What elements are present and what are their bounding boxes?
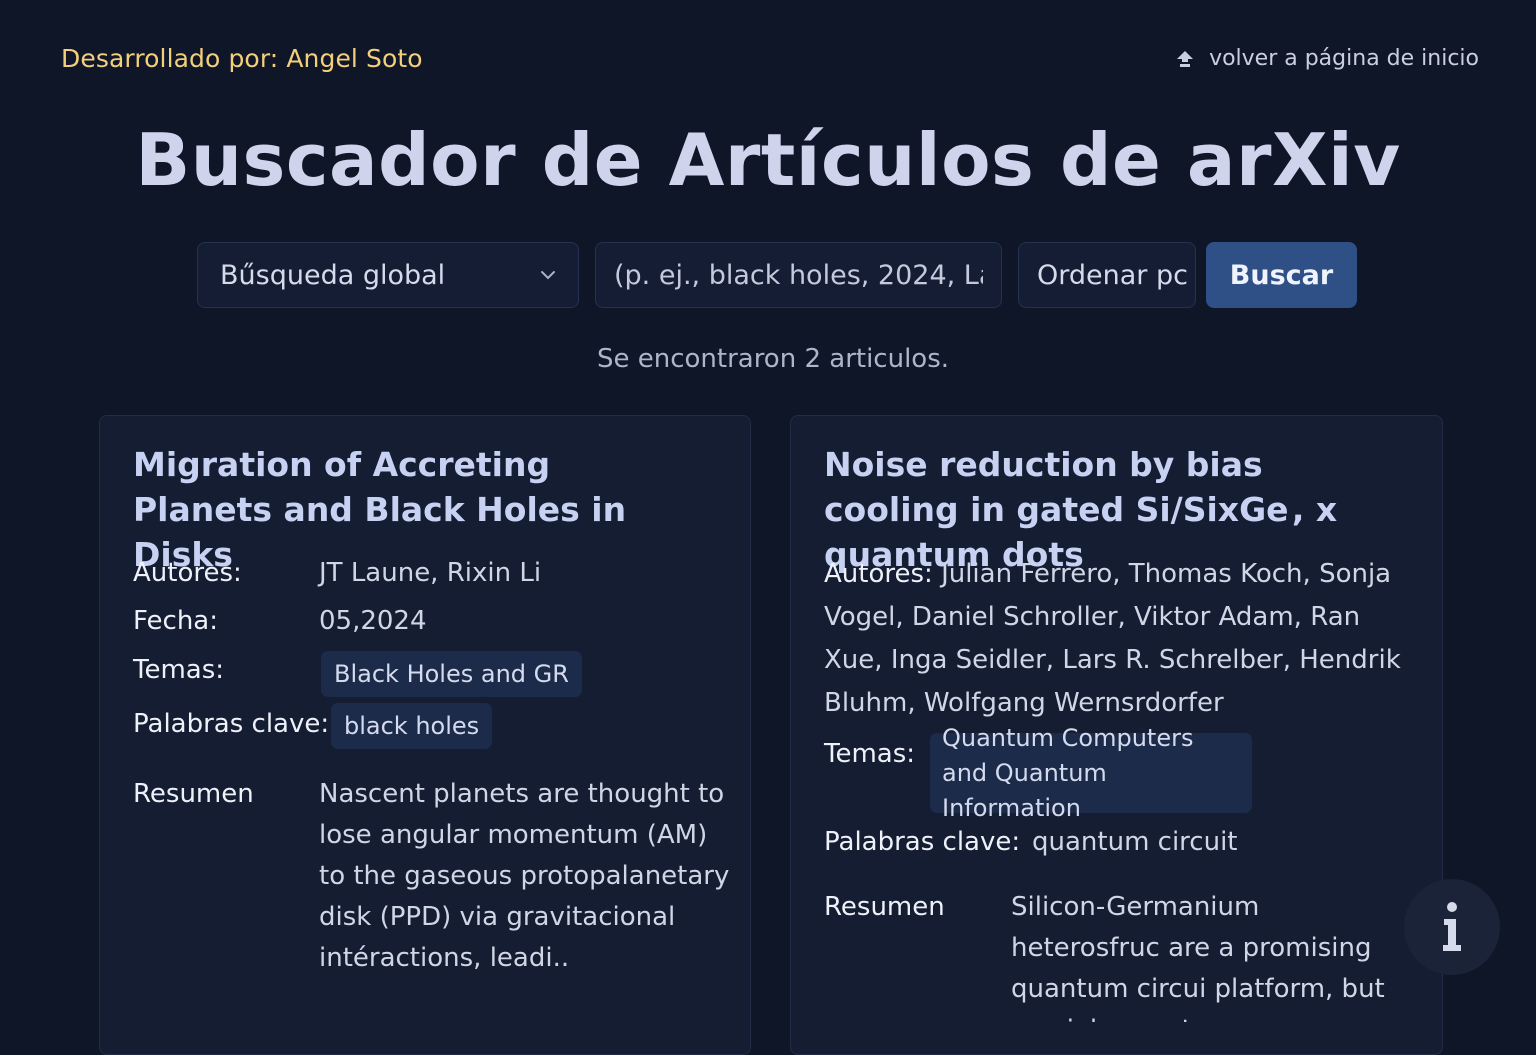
topic-tag[interactable]: Quantum Computers and Quantum Informatio… (930, 724, 1252, 822)
info-icon (1443, 902, 1461, 951)
search-input[interactable] (595, 242, 1002, 308)
date-value: 05,2024 (319, 606, 427, 636)
home-link[interactable]: volver a página de inicio (1175, 46, 1479, 71)
search-bar: Bűsqueda global Ordenar pc Buscar (197, 242, 1357, 308)
developer-credit: Desarrollado por: Angel Soto (61, 44, 423, 73)
authors-block: Autores: Julian Ferrero, Thomas Koch, So… (824, 553, 1420, 725)
search-scope-value: Bűsqueda global (220, 259, 446, 291)
keyword-value[interactable]: quantum circuit (1032, 827, 1238, 857)
search-button[interactable]: Buscar (1206, 242, 1357, 308)
home-link-label: volver a página de inicio (1209, 46, 1479, 71)
info-button[interactable] (1404, 879, 1500, 975)
article-card: Migration of Accreting Planets and Black… (99, 415, 751, 1055)
article-card: Noise reduction by bias cooling in gated… (790, 415, 1443, 1055)
abstract-label: Resumen (824, 892, 945, 922)
topic-tag[interactable]: Black Holes and GR (321, 651, 582, 697)
abstract-label: Resumen (133, 779, 254, 809)
authors-value: JT Laune, Rixin Li (319, 558, 542, 588)
topics-label: Temas: (133, 655, 225, 685)
result-count: Se encontraron 2 articulos. (596, 344, 950, 374)
abstract-text: Nascent planets are thought to lose angu… (319, 779, 730, 973)
date-label: Fecha: (133, 606, 218, 636)
upload-arrow-icon (1177, 50, 1194, 67)
page-title: Buscador de Artículos de arXiv (135, 118, 1401, 202)
chevron-down-icon (541, 271, 555, 280)
authors-label: Autores: (133, 558, 242, 588)
topics-label: Temas: (824, 739, 916, 769)
keywords-label: Palabras clave: (133, 709, 330, 739)
abstract-text: Silicon-Germanium heterosfruc are a prom… (1011, 892, 1385, 1022)
authors-label: Autores: (824, 559, 933, 589)
sort-select[interactable]: Ordenar pc (1018, 242, 1196, 308)
search-scope-select[interactable]: Bűsqueda global (197, 242, 579, 308)
article-title[interactable]: Migration of Accreting Planets and Black… (133, 442, 673, 577)
keywords-label: Palabras clave: (824, 827, 1021, 857)
sort-select-label: Ordenar pc (1037, 259, 1188, 291)
keyword-tag[interactable]: black holes (331, 703, 493, 749)
